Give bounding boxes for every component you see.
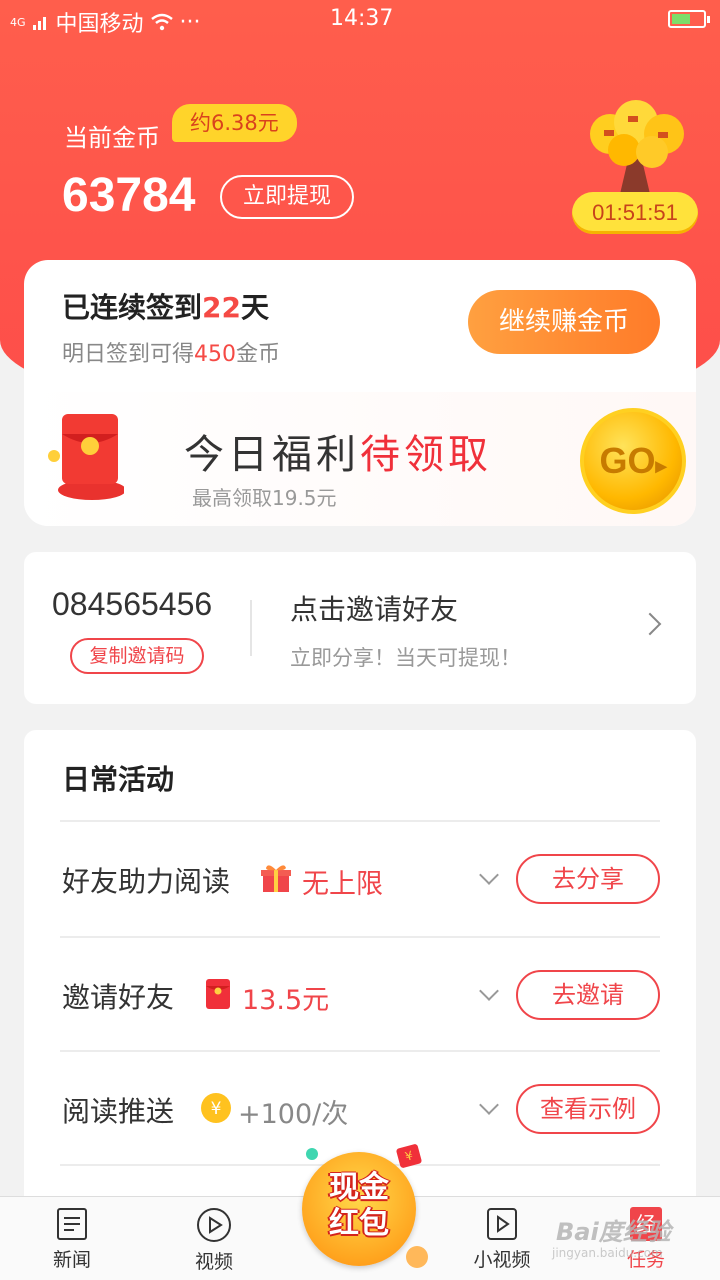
watermark-logo: Bai度经验 xyxy=(556,1218,671,1246)
tomorrow-reward: 明日签到可得450金币 xyxy=(62,342,281,367)
activity-reward: 13.5元 xyxy=(242,985,330,1016)
activity-label: 阅读推送 xyxy=(62,1095,175,1128)
invite-friends-title: 点击邀请好友 xyxy=(290,593,459,626)
network-type: 4G xyxy=(10,15,26,29)
svg-text:¥: ¥ xyxy=(211,1099,222,1119)
tab-label: 小视频 xyxy=(473,1249,531,1271)
cash-line-1: 现金 xyxy=(329,1170,389,1205)
invite-friends-subtitle: 立即分享！当天可提现！ xyxy=(290,646,521,670)
decor-dot-icon xyxy=(406,1246,428,1268)
approx-value-badge: 约6.38元 xyxy=(172,104,297,142)
go-button[interactable]: GO▸ xyxy=(580,408,686,514)
red-envelope-icon xyxy=(206,979,230,1009)
coin-count: 63784 xyxy=(62,169,196,222)
activity-reward: +100/次 xyxy=(238,1099,349,1130)
signin-card: 已连续签到22天 明日签到可得450金币 继续赚金币 今日福利待领取 最高领取1… xyxy=(24,260,696,526)
countdown-timer: 01:51:51 xyxy=(572,192,698,234)
tab-label: 视频 xyxy=(194,1251,233,1273)
yuan-coin-icon: ¥ xyxy=(201,1093,231,1123)
carrier-name: 中国移动 xyxy=(55,12,144,37)
activity-row: 好友助力阅读 无上限 去分享 xyxy=(60,820,660,934)
play-circle-icon xyxy=(197,1208,231,1242)
battery-icon xyxy=(668,10,710,28)
invite-button[interactable]: 去邀请 xyxy=(516,970,660,1020)
money-tree-icon[interactable] xyxy=(580,98,690,198)
short-video-icon xyxy=(487,1208,517,1240)
daily-activities-title: 日常活动 xyxy=(62,763,175,796)
view-example-button[interactable]: 查看示例 xyxy=(516,1084,660,1134)
status-bar: 4G 中国移动 ··· 14:37 xyxy=(0,0,720,40)
more-icon: ··· xyxy=(179,9,201,35)
activity-row: 阅读推送 ¥ +100/次 查看示例 xyxy=(60,1050,660,1164)
continue-earning-button[interactable]: 继续赚金币 xyxy=(468,290,660,354)
clock: 14:37 xyxy=(330,6,394,31)
tab-short-video[interactable]: 小视频 xyxy=(452,1207,552,1272)
activity-label: 好友助力阅读 xyxy=(62,865,231,898)
welfare-subtitle: 最高领取19.5元 xyxy=(192,486,337,510)
activity-row: 邀请好友 13.5元 去邀请 xyxy=(60,936,660,1050)
copy-invite-code-button[interactable]: 复制邀请码 xyxy=(70,638,204,674)
gift-icon xyxy=(261,865,291,892)
decor-dot-icon xyxy=(306,1148,318,1160)
red-envelope-icon xyxy=(48,414,124,500)
withdraw-button[interactable]: 立即提现 xyxy=(220,175,354,219)
cash-red-packet-button[interactable]: 现金 红包 xyxy=(302,1152,416,1266)
signal-icon xyxy=(32,17,46,30)
invite-code: 084565456 xyxy=(52,586,213,622)
chevron-right-icon xyxy=(638,612,662,636)
share-button[interactable]: 去分享 xyxy=(516,854,660,904)
tab-label: 新闻 xyxy=(52,1249,91,1271)
activity-reward: 无上限 xyxy=(302,869,383,900)
chevron-down-icon[interactable] xyxy=(479,865,499,885)
cash-line-2: 红包 xyxy=(329,1206,389,1241)
watermark-url: jingyan.baidu.com xyxy=(552,1246,663,1260)
daily-activities-card: 日常活动 好友助力阅读 无上限 去分享 邀请好友 13.5元 去邀请 阅读推送 … xyxy=(24,730,696,1210)
news-icon xyxy=(57,1208,87,1240)
activity-label: 邀请好友 xyxy=(62,981,175,1014)
chevron-down-icon[interactable] xyxy=(479,981,499,1001)
divider xyxy=(250,600,252,656)
tab-news[interactable]: 新闻 xyxy=(22,1207,122,1272)
welfare-title: 今日福利待领取 xyxy=(184,432,492,478)
tab-video[interactable]: 视频 xyxy=(164,1207,264,1274)
signin-streak: 已连续签到22天 xyxy=(62,291,269,324)
wifi-icon xyxy=(150,13,173,31)
daily-welfare-banner[interactable]: 今日福利待领取 最高领取19.5元 GO▸ xyxy=(24,392,696,526)
invite-card[interactable]: 084565456 复制邀请码 点击邀请好友 立即分享！当天可提现！ xyxy=(24,552,696,704)
chevron-down-icon[interactable] xyxy=(479,1095,499,1115)
current-coins-label: 当前金币 xyxy=(64,124,160,152)
